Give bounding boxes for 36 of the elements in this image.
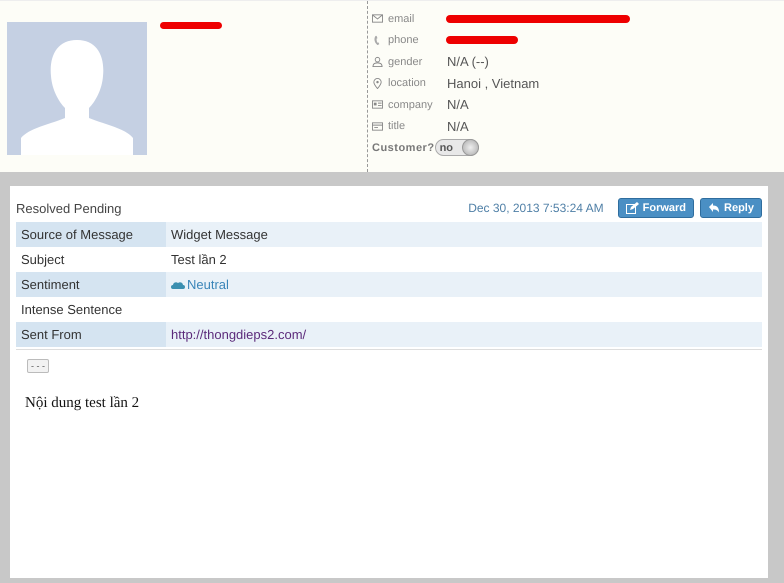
location-pin-icon: [372, 78, 383, 89]
message-date: Dec 30, 2013 7:53:24 AM: [468, 201, 604, 215]
cloud-icon: [171, 280, 185, 288]
field-value: N/A (--): [447, 54, 489, 70]
status-text: Resolved Pending: [16, 200, 123, 216]
redaction-mark: [159, 21, 223, 31]
table-cell-text: Intense Sentence: [20, 301, 124, 319]
field-label: location: [388, 77, 427, 90]
field-value: N/A: [447, 118, 469, 134]
id-card-icon: [372, 99, 383, 110]
table-cell-text: Subject: [20, 251, 66, 269]
expand-button[interactable]: - - -: [27, 359, 49, 373]
field-label: phone: [388, 34, 420, 46]
envelope-icon: [372, 13, 383, 24]
message-body: Nội dung test lần 2: [25, 395, 140, 412]
table-cell: Source of Message: [16, 222, 166, 247]
table-cell: Test lần 2: [171, 252, 227, 267]
field-value: Hanoi , Vietnam: [447, 76, 540, 91]
table-cell: Widget Message: [171, 227, 268, 242]
card-icon: [372, 120, 383, 132]
field-label: email: [388, 12, 416, 25]
reply-button[interactable]: Reply: [700, 198, 762, 218]
reply-icon: [708, 202, 720, 214]
source-link[interactable]: http://thongdieps2.com/: [171, 327, 306, 342]
customer-toggle[interactable]: no: [434, 139, 479, 156]
forward-button[interactable]: Forward: [618, 198, 694, 218]
field-label: company: [388, 98, 434, 111]
field-label: gender: [388, 56, 424, 68]
customer-label: Customer?: [372, 142, 435, 154]
sentiment-link[interactable]: Neutral: [187, 277, 229, 292]
person-icon: [372, 56, 383, 68]
table-cell: Sentiment: [16, 272, 166, 297]
field-label: title: [388, 120, 406, 132]
edit-icon: [626, 202, 639, 214]
field-value: N/A: [447, 97, 469, 112]
table-cell: Sent From: [16, 322, 166, 347]
